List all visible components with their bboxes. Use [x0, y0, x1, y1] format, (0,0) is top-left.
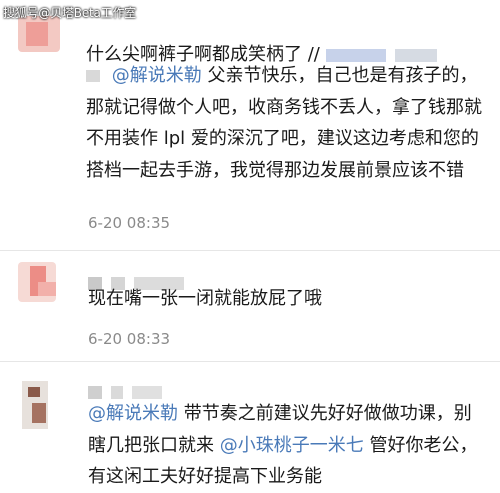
mention-link[interactable]: @解说米勒 [88, 403, 178, 424]
comment-body: 现在嘴一张一闭就能放屁了哦 [88, 283, 488, 315]
blurred-avatar-chip [86, 70, 100, 82]
comment-text: 现在嘴一张一闭就能放屁了哦 [88, 288, 322, 309]
avatar[interactable] [18, 16, 60, 52]
mention-link[interactable]: @解说米勒 [112, 65, 202, 86]
comment-body: @解说米勒 带节奏之前建议先好好做做功课，别瞎几把张口就来 @小珠桃子一米七 管… [88, 398, 488, 493]
comment-item: 现在嘴一张一闭就能放屁了哦 6-20 08:33 [0, 250, 500, 365]
avatar[interactable] [18, 262, 56, 302]
watermark: 搜狐号@贝塔Beta工作室 [3, 6, 137, 20]
mention-link[interactable]: @小珠桃子一米七 [220, 435, 364, 456]
avatar[interactable] [18, 381, 52, 429]
comment-body: @解说米勒 父亲节快乐，自己也是有孩子的，那就记得做个人吧，收商务钱不丢人，拿了… [86, 60, 488, 186]
comment-time: 6-20 08:33 [88, 330, 171, 348]
comment-item: 什么尖啊裤子啊都成笑柄了 // @解说米勒 父亲节快乐，自己也是有孩子的，那就记… [0, 0, 500, 257]
comment-author-header [88, 382, 166, 399]
comment-item: @解说米勒 带节奏之前建议先好好做做功课，别瞎几把张口就来 @小珠桃子一米七 管… [0, 361, 500, 487]
comment-time: 6-20 08:35 [88, 214, 171, 232]
